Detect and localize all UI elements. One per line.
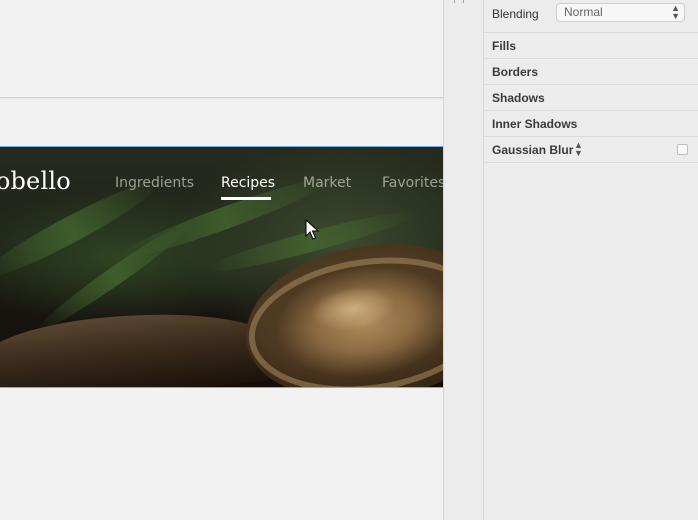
nav-recipes[interactable]: Recipes [221,175,275,191]
artboard-shadow [0,98,443,100]
borders-section[interactable]: Borders [484,59,698,85]
borders-label: Borders [492,65,539,79]
nav-favorites[interactable]: Favorites [382,175,443,191]
shadows-section[interactable]: Shadows [484,85,698,111]
active-nav-underline [221,197,271,200]
fills-section[interactable]: Fills [484,33,698,59]
up-down-chevrons-icon[interactable]: ▲ ▼ [574,141,583,158]
up-down-chevrons-icon: ▲ ▼ [671,3,680,21]
gaussian-blur-checkbox[interactable] [677,144,688,155]
nav-market[interactable]: Market [303,175,351,191]
resize-handle-icon[interactable] [454,0,464,3]
hero-navigation: tobello Ingredients Recipes Market Favor… [0,147,443,217]
fills-label: Fills [492,39,517,53]
canvas[interactable]: tobello Ingredients Recipes Market Favor… [0,0,443,520]
pointer-arrow-icon [305,219,319,240]
inspector-panel: Blending Normal ▲ ▼ Fills Borders Shadows… [484,0,698,520]
gaussian-blur-section[interactable]: Gaussian Blur ▲ ▼ [484,137,698,163]
shadows-label: Shadows [492,91,545,105]
blending-value: Normal [564,5,603,19]
mushroom-rim [239,242,443,387]
inner-shadows-section[interactable]: Inner Shadows [484,111,698,137]
gaussian-blur-label: Gaussian Blur [492,143,574,157]
nav-ingredients[interactable]: Ingredients [115,175,194,191]
blending-row: Blending Normal ▲ ▼ [484,0,698,33]
panel-splitter[interactable] [443,0,484,520]
blending-label: Blending [492,7,539,21]
blending-select[interactable]: Normal ▲ ▼ [556,3,685,22]
wood-log [0,299,284,387]
inner-shadows-label: Inner Shadows [492,117,578,131]
brand-logo-text[interactable]: tobello [0,167,71,195]
hero-image-layer[interactable]: tobello Ingredients Recipes Market Favor… [0,146,443,388]
